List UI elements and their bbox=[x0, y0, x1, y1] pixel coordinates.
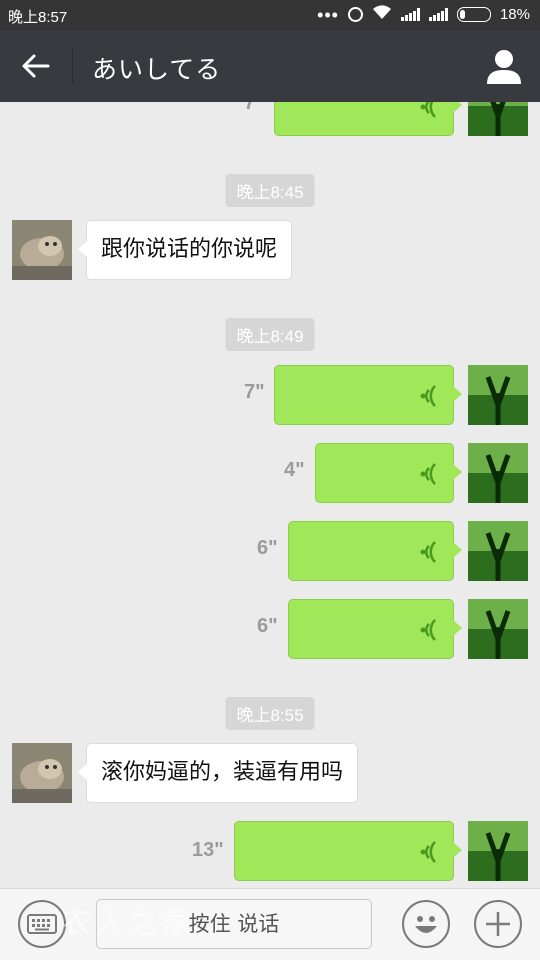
voice-wave-icon bbox=[420, 619, 436, 641]
voice-message-bubble[interactable] bbox=[288, 599, 462, 659]
voice-message-bubble[interactable] bbox=[234, 821, 462, 881]
input-bar: 按住 说话 bbox=[0, 888, 540, 960]
voice-message-bubble[interactable] bbox=[288, 521, 462, 581]
emoji-button[interactable] bbox=[402, 900, 450, 948]
message-list[interactable]: 7" 晚上8:45 跟你说话的你说呢 晚上8:49 7" 4" 6" 6" 晚上… bbox=[0, 102, 540, 888]
arrow-left-icon bbox=[22, 54, 50, 78]
keyboard-icon bbox=[27, 914, 57, 934]
my-avatar[interactable] bbox=[468, 102, 528, 136]
voice-wave-icon bbox=[420, 841, 436, 863]
contact-avatar[interactable] bbox=[12, 743, 72, 803]
my-avatar[interactable] bbox=[468, 443, 528, 503]
header-divider bbox=[72, 48, 73, 84]
wifi-icon bbox=[372, 5, 392, 24]
message-timestamp: 晚上8:49 bbox=[225, 318, 315, 351]
person-icon bbox=[487, 50, 521, 84]
chat-title: あいしてる bbox=[92, 55, 222, 84]
voice-duration: 13" bbox=[192, 839, 224, 861]
battery-percentage: 18% bbox=[499, 6, 530, 23]
voice-duration: 7" bbox=[244, 381, 265, 403]
more-options-button[interactable] bbox=[474, 900, 522, 948]
status-time: 晚上8:57 bbox=[8, 9, 68, 26]
back-button[interactable] bbox=[14, 44, 58, 88]
text-message-bubble[interactable]: 跟你说话的你说呢 bbox=[77, 220, 293, 280]
voice-duration: 4" bbox=[284, 459, 305, 481]
my-avatar[interactable] bbox=[468, 521, 528, 581]
voice-message-bubble[interactable] bbox=[315, 443, 462, 503]
my-avatar[interactable] bbox=[468, 599, 528, 659]
signal-icon bbox=[428, 8, 448, 21]
status-bar: 晚上8:57 ••• 18% bbox=[0, 0, 540, 30]
message-timestamp: 晚上8:45 bbox=[225, 174, 315, 207]
voice-wave-icon bbox=[420, 102, 436, 118]
voice-duration: 6" bbox=[257, 615, 278, 637]
more-dots-icon: ••• bbox=[317, 4, 339, 25]
text-message-bubble[interactable]: 滚你妈逼的，装逼有用吗 bbox=[77, 743, 359, 803]
voice-duration: 7" bbox=[244, 102, 265, 114]
voice-wave-icon bbox=[420, 385, 436, 407]
my-avatar[interactable] bbox=[468, 365, 528, 425]
alarm-icon bbox=[347, 7, 363, 22]
voice-message-bubble[interactable] bbox=[274, 102, 462, 136]
hold-to-talk-button[interactable]: 按住 说话 bbox=[96, 899, 372, 949]
keyboard-toggle-button[interactable] bbox=[18, 900, 66, 948]
voice-wave-icon bbox=[420, 463, 436, 485]
smiley-icon bbox=[415, 916, 437, 933]
plus-icon bbox=[486, 912, 510, 936]
chat-header: あいしてる bbox=[0, 30, 540, 102]
voice-wave-icon bbox=[420, 541, 436, 563]
battery-fill bbox=[459, 10, 465, 19]
battery-icon bbox=[456, 7, 491, 22]
voice-message-bubble[interactable] bbox=[274, 365, 462, 425]
my-avatar[interactable] bbox=[468, 821, 528, 881]
signal-icon bbox=[400, 8, 420, 21]
contact-avatar[interactable] bbox=[12, 220, 72, 280]
voice-duration: 6" bbox=[257, 537, 278, 559]
contact-profile-button[interactable] bbox=[484, 46, 524, 86]
message-timestamp: 晚上8:55 bbox=[225, 697, 315, 730]
